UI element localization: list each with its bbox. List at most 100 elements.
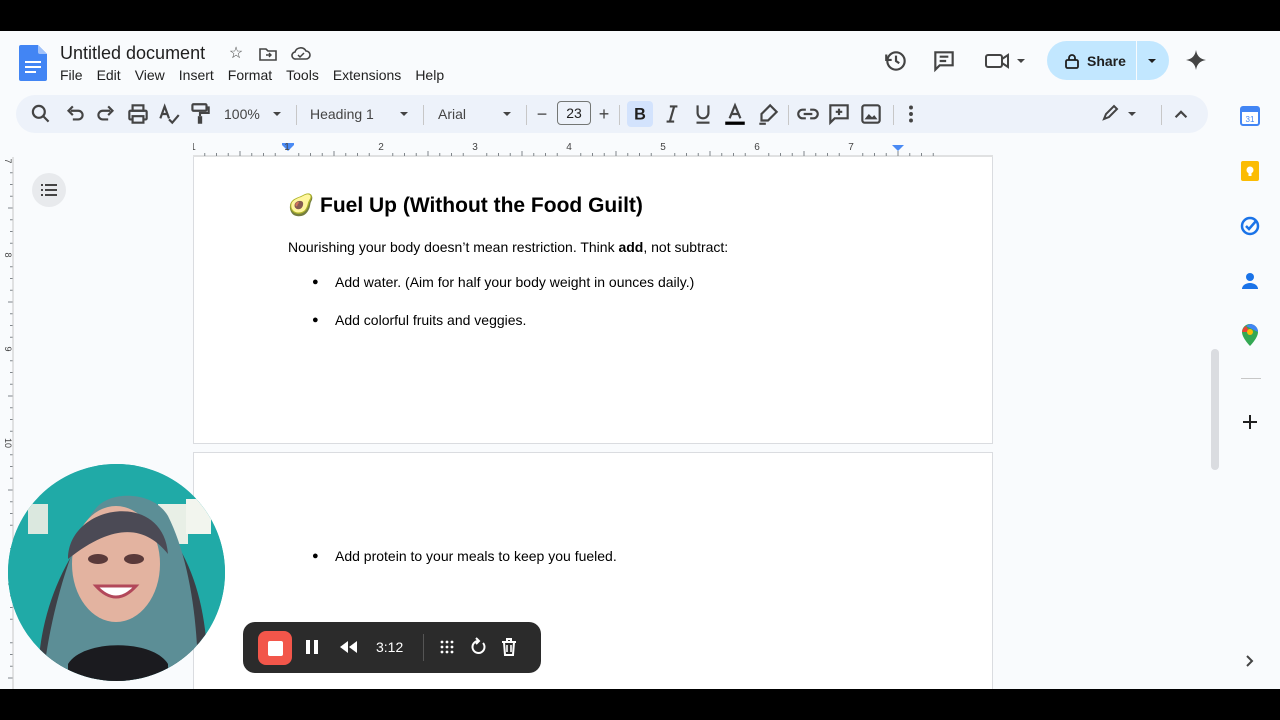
share-dropdown-icon[interactable] (1147, 57, 1157, 65)
menu-edit[interactable]: Edit (97, 67, 129, 83)
menu-extensions[interactable]: Extensions (333, 67, 409, 83)
restart-icon[interactable] (467, 636, 489, 658)
share-label: Share (1087, 52, 1126, 69)
hide-menus-chevron-icon[interactable] (1168, 101, 1194, 127)
side-panel: 31 (1222, 31, 1280, 689)
insert-link-icon[interactable] (795, 101, 821, 127)
editing-mode-icon[interactable] (1099, 101, 1139, 127)
lock-icon (1065, 53, 1079, 69)
bullet-icon: ● (312, 276, 319, 288)
list-item-text: Add protein to your meals to keep you fu… (335, 548, 617, 564)
menu-help[interactable]: Help (415, 67, 452, 83)
ruler-label: 8 (3, 252, 13, 257)
underline-icon[interactable] (690, 101, 716, 127)
contacts-icon[interactable] (1239, 270, 1261, 292)
list-item-text: Add colorful fruits and veggies. (335, 312, 527, 328)
pause-icon[interactable] (301, 636, 323, 658)
ruler-label: 9 (3, 346, 13, 351)
webcam-video-feed (8, 464, 225, 681)
ruler-label: 4 (566, 142, 572, 153)
ruler-label: 1 (284, 142, 290, 153)
comments-icon[interactable] (931, 48, 957, 74)
increase-font-size-button[interactable]: + (596, 101, 612, 127)
ruler-label: 1 (193, 142, 196, 153)
menu-file[interactable]: File (60, 67, 91, 83)
ruler-label: 10 (3, 438, 13, 448)
ruler-label: 5 (660, 142, 666, 153)
add-comment-icon[interactable] (826, 101, 852, 127)
paragraph-style-select[interactable]: Heading 1 (310, 101, 390, 127)
intro-text: Nourishing your body doesn’t mean restri… (288, 239, 619, 255)
keep-icon[interactable] (1239, 160, 1261, 182)
document-page[interactable]: 🥑 Fuel Up (Without the Food Guilt) Nouri… (193, 157, 993, 444)
video-letterbox-top (0, 0, 1280, 31)
search-menus-icon[interactable] (28, 101, 54, 127)
recording-timer: 3:12 (376, 639, 404, 655)
font-family-select[interactable]: Arial (438, 101, 498, 127)
spellcheck-icon[interactable] (156, 101, 182, 127)
style-dropdown-icon[interactable] (399, 101, 409, 127)
stop-icon (267, 640, 283, 656)
text-color-icon[interactable] (722, 101, 748, 127)
menu-tools[interactable]: Tools (286, 67, 327, 83)
zoom-select[interactable]: 100% (224, 101, 264, 127)
bullet-icon: ● (312, 314, 319, 326)
menu-insert[interactable]: Insert (179, 67, 222, 83)
paint-format-icon[interactable] (187, 101, 213, 127)
svg-text:B: B (634, 105, 646, 123)
heading-text: Fuel Up (Without the Food Guilt) (320, 194, 643, 217)
ruler-label: 3 (472, 142, 478, 153)
avocado-emoji-icon: 🥑 (288, 194, 315, 217)
move-folder-icon[interactable] (258, 44, 278, 64)
gemini-sparkle-icon[interactable] (1185, 49, 1207, 71)
italic-icon[interactable] (659, 101, 685, 127)
drag-handle-icon[interactable] (436, 636, 458, 658)
ruler-label: 2 (378, 142, 384, 153)
font-size-input[interactable]: 23 (557, 101, 591, 125)
share-button[interactable]: Share (1047, 41, 1169, 80)
more-options-icon[interactable] (898, 101, 924, 127)
meet-icon[interactable] (984, 48, 1028, 74)
vertical-scrollbar[interactable] (1211, 349, 1219, 470)
highlight-color-icon[interactable] (755, 101, 781, 127)
tasks-icon[interactable] (1239, 215, 1261, 237)
add-addon-icon[interactable] (1239, 411, 1261, 433)
rewind-icon[interactable] (337, 636, 359, 658)
horizontal-ruler[interactable]: 1 1 2 3 4 5 6 7 (193, 139, 993, 157)
webcam-bubble[interactable] (8, 464, 225, 681)
heading-1[interactable]: 🥑 Fuel Up (Without the Food Guilt) (288, 194, 643, 218)
ruler-label: 7 (3, 158, 13, 163)
stop-recording-button[interactable] (258, 631, 292, 665)
print-icon[interactable] (125, 101, 151, 127)
list-item-text: Add water. (Aim for half your body weigh… (335, 274, 695, 290)
document-outline-button[interactable] (32, 173, 66, 207)
redo-icon[interactable] (93, 101, 119, 127)
menu-format[interactable]: Format (228, 67, 280, 83)
ruler-label: 7 (848, 142, 854, 153)
undo-icon[interactable] (62, 101, 88, 127)
zoom-dropdown-icon[interactable] (272, 101, 282, 127)
collapse-panel-chevron-icon[interactable] (1239, 650, 1261, 672)
intro-paragraph[interactable]: Nourishing your body doesn’t mean restri… (288, 239, 728, 255)
screen-recorder-controls: 3:12 (243, 622, 541, 673)
calendar-icon[interactable]: 31 (1239, 105, 1261, 127)
decrease-font-size-button[interactable]: − (534, 101, 550, 127)
document-title[interactable]: Untitled document (60, 43, 205, 64)
outline-list-icon (41, 184, 57, 196)
insert-image-icon[interactable] (858, 101, 884, 127)
delete-recording-icon[interactable] (498, 636, 520, 658)
menu-view[interactable]: View (135, 67, 173, 83)
maps-icon[interactable] (1239, 324, 1261, 346)
intro-text-end: , not subtract: (643, 239, 729, 255)
version-history-icon[interactable] (883, 48, 909, 74)
formatting-toolbar: 100% Heading 1 Arial − 23 + B (16, 95, 1208, 133)
docs-logo-icon[interactable] (19, 45, 47, 81)
vertical-ruler[interactable]: 7 8 9 10 (0, 157, 14, 689)
font-dropdown-icon[interactable] (502, 101, 512, 127)
right-indent-marker[interactable] (892, 145, 904, 151)
svg-text:31: 31 (1246, 115, 1255, 124)
cloud-saved-icon[interactable] (290, 44, 312, 64)
star-icon[interactable]: ☆ (226, 44, 246, 64)
menu-bar: File Edit View Insert Format Tools Exten… (60, 67, 458, 83)
bold-icon[interactable]: B (627, 101, 653, 127)
